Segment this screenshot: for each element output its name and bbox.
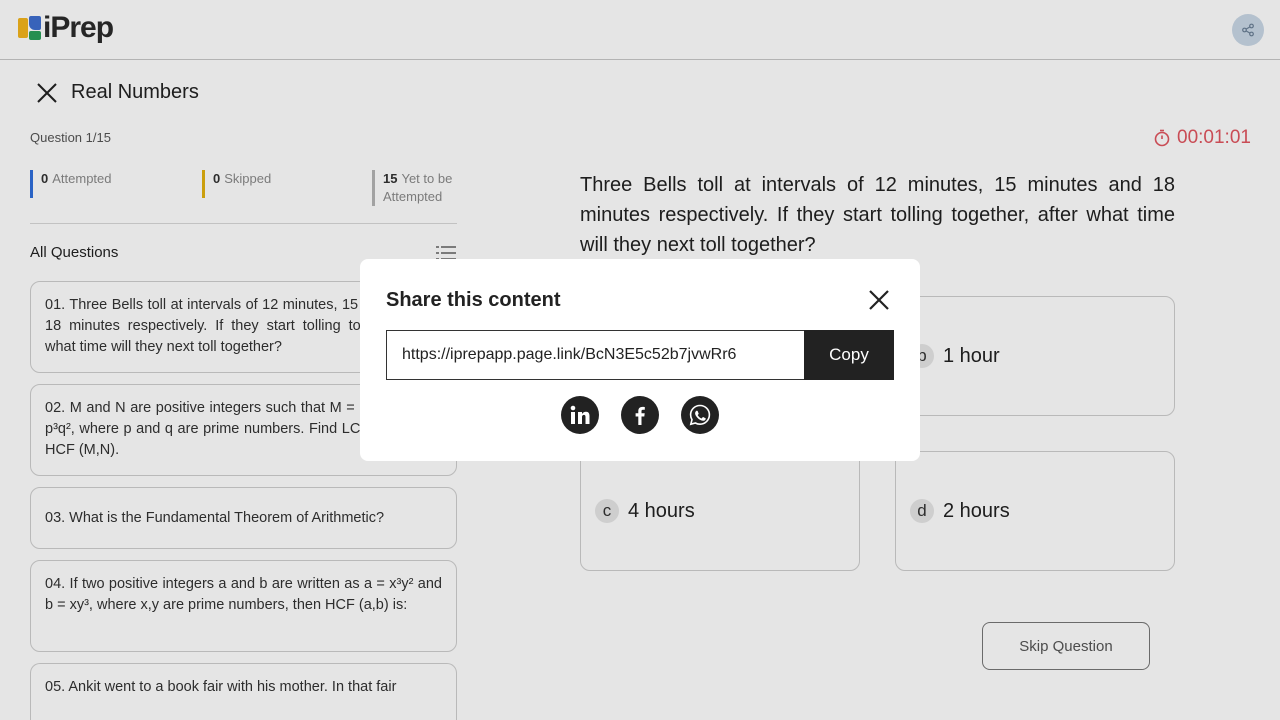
copy-button[interactable]: Copy (804, 330, 894, 380)
whatsapp-icon (689, 404, 711, 426)
linkedin-icon (570, 405, 590, 424)
share-modal: Share this content https://iprepapp.page… (360, 259, 920, 461)
close-modal-icon[interactable] (868, 289, 890, 311)
share-modal-title: Share this content (386, 289, 561, 311)
facebook-share-button[interactable] (621, 396, 659, 434)
share-link-field[interactable]: https://iprepapp.page.link/BcN3E5c52b7jv… (386, 330, 806, 380)
facebook-icon (635, 406, 645, 425)
whatsapp-share-button[interactable] (681, 396, 719, 434)
linkedin-share-button[interactable] (561, 396, 599, 434)
